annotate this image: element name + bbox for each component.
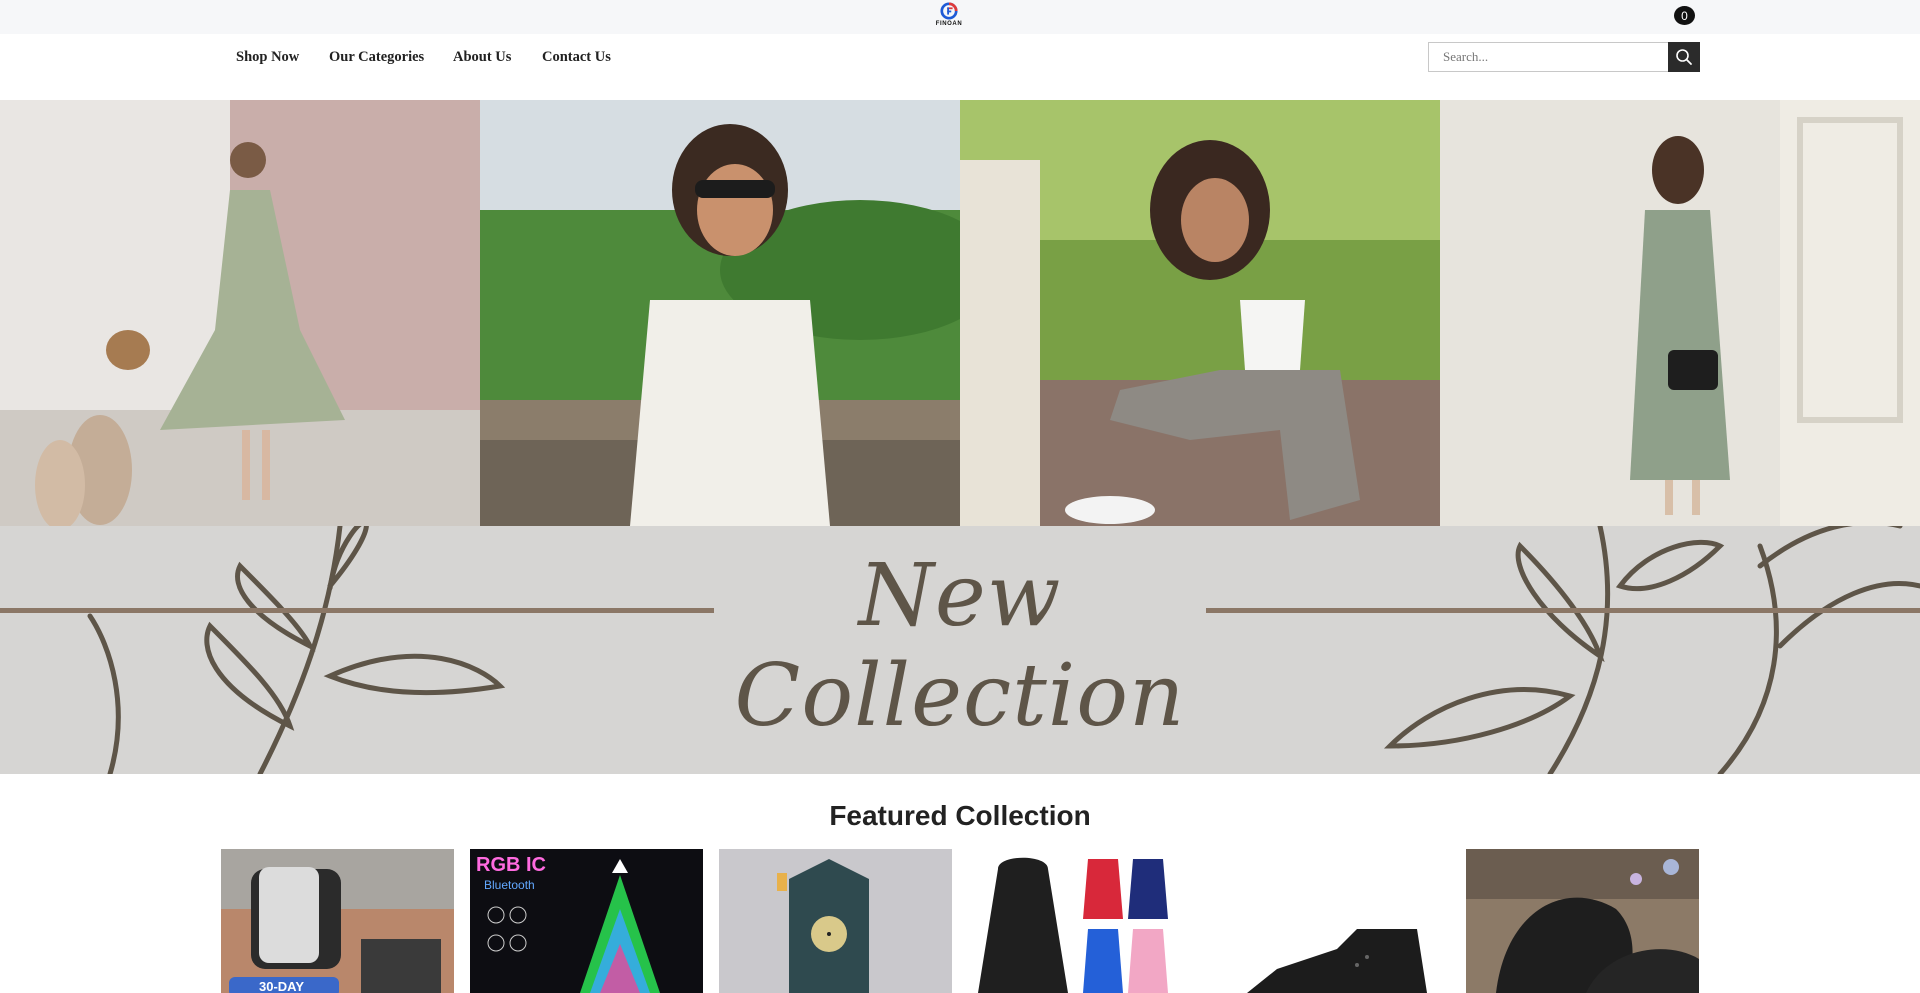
hero-image-green-dress[interactable] <box>0 100 480 526</box>
product-card-rgb-tree-lights[interactable]: RGB IC Bluetooth <box>470 849 703 993</box>
product-card-platform-loafers[interactable] <box>1466 849 1699 993</box>
product-image-loafers <box>1466 849 1699 993</box>
brand-name: FINOAN <box>935 21 963 27</box>
product-badge-text: 30-DAY <box>259 979 304 993</box>
product-bluetooth-label: Bluetooth <box>484 878 535 892</box>
hero-image-1-graphic <box>0 100 480 526</box>
cart-count-badge[interactable]: 0 <box>1674 6 1695 25</box>
search-button[interactable] <box>1668 42 1700 72</box>
banner-right-rule <box>1206 608 1920 613</box>
product-card-phone-holder[interactable]: 30-DAY <box>221 849 454 993</box>
search-form <box>1428 42 1700 72</box>
product-rgb-label: RGB IC <box>476 854 546 876</box>
product-image-rain-jackets <box>968 849 1201 993</box>
hero-image-3-graphic <box>960 100 1440 526</box>
product-image-rgb-tree: RGB IC Bluetooth <box>470 849 703 993</box>
banner-title: New Collection <box>734 546 1186 746</box>
brand-logo[interactable]: FINOAN <box>931 2 967 32</box>
product-card-cuckoo-clock[interactable] <box>719 849 952 993</box>
search-icon <box>1676 49 1692 65</box>
hero-image-2-graphic <box>480 100 960 526</box>
featured-collection-title: Featured Collection <box>829 800 1091 831</box>
product-image-sneaker <box>1217 849 1450 993</box>
nav-contact-us[interactable]: Contact Us <box>542 49 611 66</box>
hero-image-white-top[interactable] <box>480 100 960 526</box>
product-image-cuckoo-clock <box>719 849 952 993</box>
hero-gallery <box>0 100 1920 526</box>
hero-image-grey-trousers[interactable] <box>960 100 1440 526</box>
nav-about-us[interactable]: About Us <box>453 49 511 66</box>
product-image-phone-holder: 30-DAY <box>221 849 454 993</box>
search-input[interactable] <box>1428 42 1668 72</box>
product-card-rain-jackets[interactable] <box>968 849 1201 993</box>
nav-shop-now[interactable]: Shop Now <box>236 49 299 66</box>
new-collection-banner[interactable]: New Collection <box>0 526 1920 774</box>
brand-logo-icon <box>940 2 958 20</box>
banner-left-rule <box>0 608 714 613</box>
product-card-high-top-sneaker[interactable] <box>1217 849 1450 993</box>
product-grid: 30-DAY RGB IC Bluetooth <box>221 849 1701 993</box>
hero-image-green-dress-handbag[interactable] <box>1440 100 1920 526</box>
hero-image-4-graphic <box>1440 100 1920 526</box>
nav-our-categories[interactable]: Our Categories <box>329 49 424 66</box>
top-bar: FINOAN 0 <box>0 0 1920 34</box>
